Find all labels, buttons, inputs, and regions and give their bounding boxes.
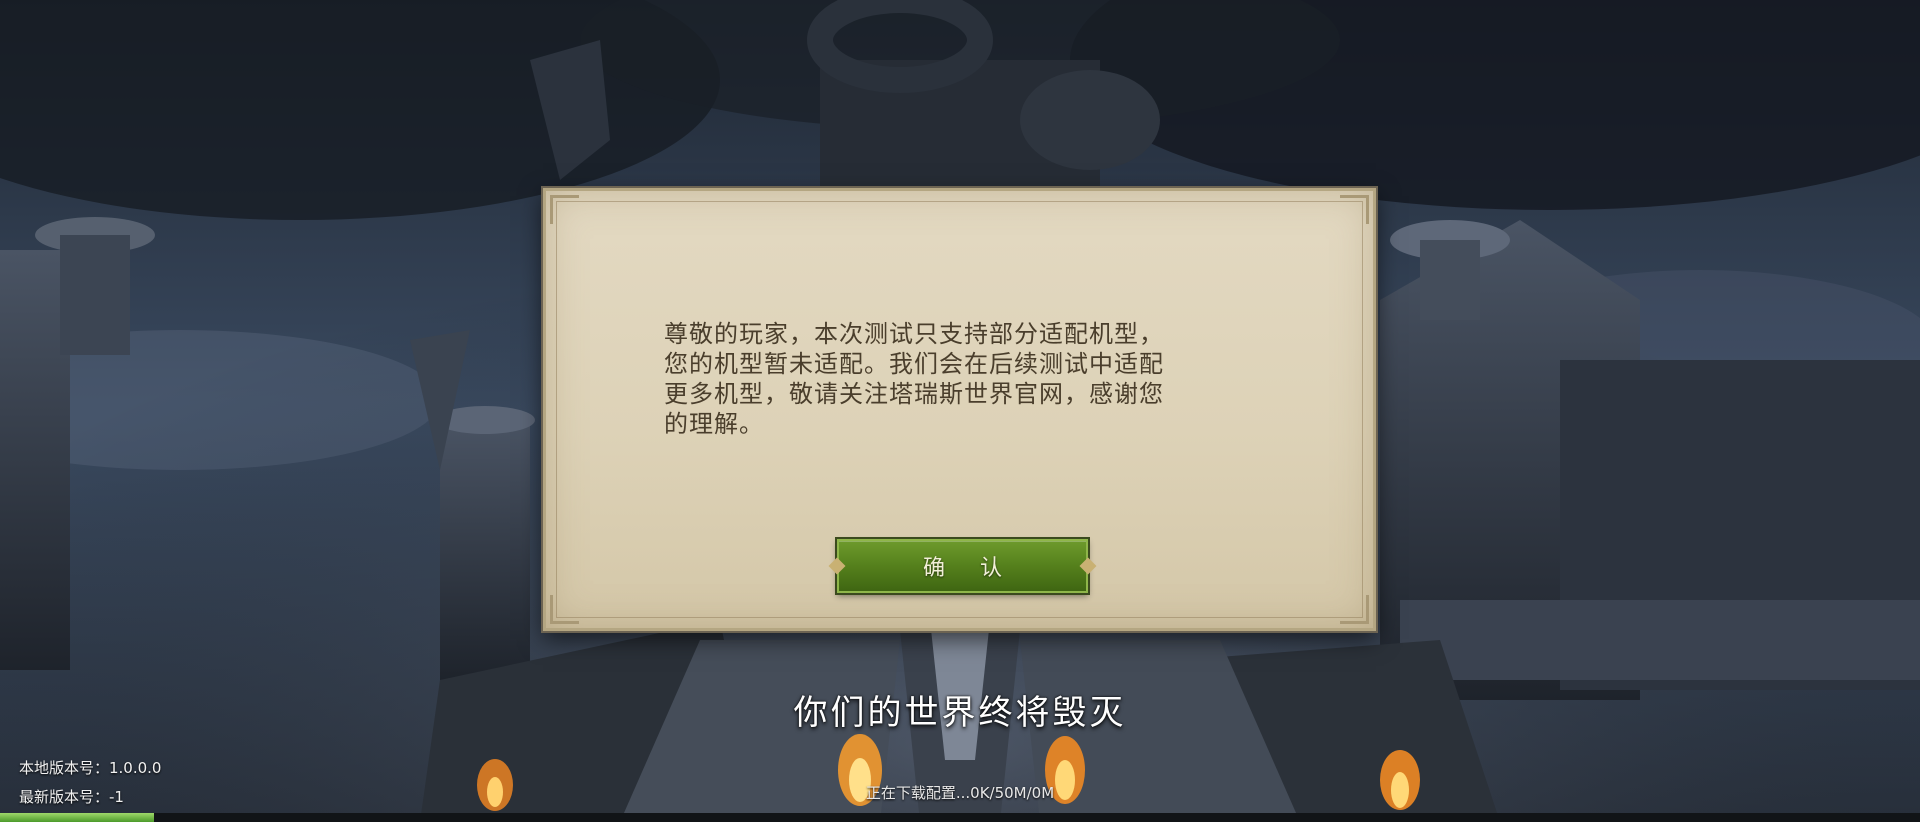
- dialog-message-line: 更多机型，敬请关注塔瑞斯世界官网，感谢您: [664, 380, 1164, 408]
- download-progress-fill: [0, 813, 154, 822]
- dialog-corner-ornament: [1340, 195, 1369, 224]
- dialog-message-line: 您的机型暂未适配。我们会在后续测试中适配: [664, 350, 1164, 378]
- dialog-corner-ornament: [550, 195, 579, 224]
- notice-dialog: 尊敬的玩家，本次测试只支持部分适配机型， 您的机型暂未适配。我们会在后续测试中适…: [543, 188, 1376, 631]
- dialog-message: 尊敬的玩家，本次测试只支持部分适配机型， 您的机型暂未适配。我们会在后续测试中适…: [664, 319, 1284, 439]
- local-version-label: 本地版本号：1.0.0.0: [19, 759, 162, 777]
- dialog-message-line: 尊敬的玩家，本次测试只支持部分适配机型，: [664, 320, 1164, 348]
- dialog-corner-ornament: [1340, 595, 1369, 624]
- confirm-button-label: 确 认: [923, 556, 1016, 581]
- download-status-text: 正在下载配置...0K/50M/0M: [865, 784, 1055, 802]
- download-progress-bar: [0, 813, 1920, 822]
- story-subtitle: 你们的世界终将毁灭: [793, 693, 1127, 733]
- confirm-button[interactable]: 确 认: [828, 539, 1097, 593]
- dialog-corner-ornament: [550, 595, 579, 624]
- dialog-message-line: 的理解。: [664, 410, 764, 438]
